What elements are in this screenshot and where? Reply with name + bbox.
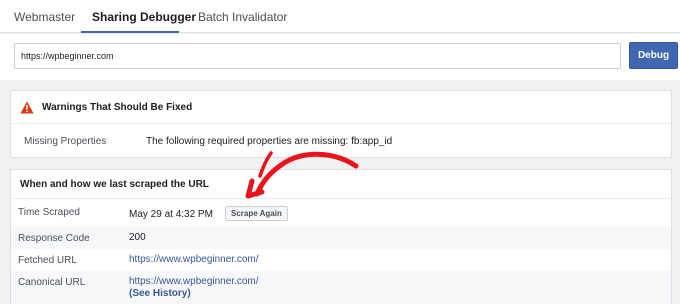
canonical-url-label: Canonical URL bbox=[18, 277, 86, 288]
missing-properties-label: Missing Properties bbox=[24, 136, 107, 147]
warnings-card: Warnings That Should Be Fixed Missing Pr… bbox=[10, 90, 672, 158]
response-code-label: Response Code bbox=[18, 233, 90, 244]
row-canonical-url: Canonical URL https://www.wpbeginner.com… bbox=[11, 271, 671, 304]
warnings-title: Warnings That Should Be Fixed bbox=[42, 102, 193, 113]
scrape-info-card: When and how we last scraped the URL Tim… bbox=[10, 169, 672, 304]
fetched-url-link[interactable]: https://www.wpbeginner.com/ bbox=[129, 254, 259, 265]
warning-triangle-icon bbox=[20, 101, 34, 114]
url-input[interactable] bbox=[14, 43, 621, 69]
canonical-url-link[interactable]: https://www.wpbeginner.com/ bbox=[129, 276, 259, 287]
warnings-header: Warnings That Should Be Fixed bbox=[11, 91, 671, 124]
time-scraped-value: May 29 at 4:32 PM bbox=[129, 209, 213, 220]
fetched-url-label: Fetched URL bbox=[18, 255, 77, 266]
tab-batch-invalidator[interactable]: Batch Invalidator bbox=[198, 10, 287, 24]
row-fetched-url: Fetched URL https://www.wpbeginner.com/ bbox=[11, 249, 671, 271]
row-response-code: Response Code 200 bbox=[11, 227, 671, 249]
active-tab-indicator bbox=[81, 31, 179, 33]
tab-sharing-debugger[interactable]: Sharing Debugger bbox=[92, 10, 196, 24]
missing-properties-text: The following required properties are mi… bbox=[146, 136, 393, 147]
scrape-info-title: When and how we last scraped the URL bbox=[20, 179, 209, 190]
row-time-scraped: Time Scraped May 29 at 4:32 PM Scrape Ag… bbox=[11, 200, 671, 227]
tab-webmaster[interactable]: Webmaster bbox=[14, 10, 75, 24]
top-tab-bar: Webmaster Sharing Debugger Batch Invalid… bbox=[0, 0, 680, 33]
url-bar: Debug bbox=[0, 34, 680, 80]
time-scraped-label: Time Scraped bbox=[18, 207, 80, 218]
scrape-info-header: When and how we last scraped the URL bbox=[11, 170, 671, 199]
response-code-value: 200 bbox=[129, 232, 146, 243]
see-history-link[interactable]: (See History) bbox=[129, 288, 191, 299]
debug-button[interactable]: Debug bbox=[629, 42, 678, 69]
scrape-again-button[interactable]: Scrape Again bbox=[225, 206, 288, 221]
